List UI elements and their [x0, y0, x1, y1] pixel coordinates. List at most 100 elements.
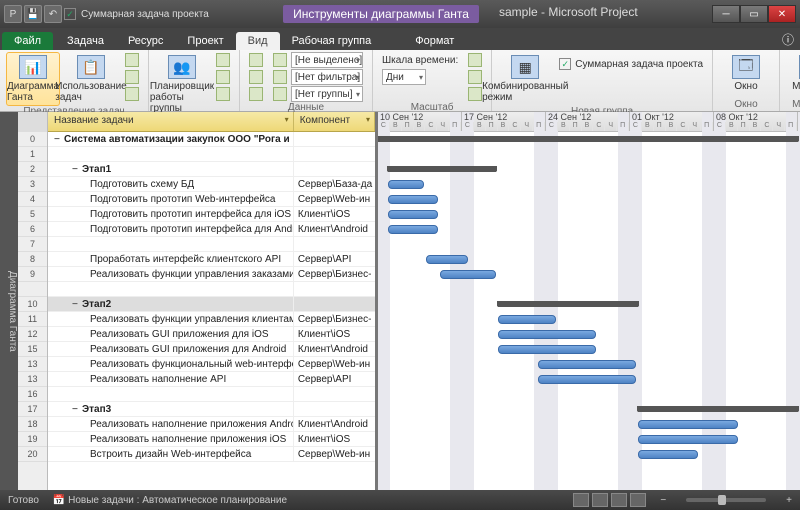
- tab-file[interactable]: Файл: [2, 32, 53, 50]
- maximize-button[interactable]: ▭: [740, 5, 768, 23]
- row-number[interactable]: 19: [18, 432, 47, 447]
- macros-button[interactable]: ▶Макросы: [786, 52, 800, 95]
- task-usage-button[interactable]: 📋Использование задач: [64, 52, 118, 106]
- summary-checkbox[interactable]: ✓: [64, 8, 76, 20]
- table-row[interactable]: Подготовить прототип интерфейса для iOSК…: [48, 207, 375, 222]
- team-planner-button[interactable]: 👥Планировщик работы группы: [155, 52, 209, 117]
- zoom-in-icon[interactable]: +: [786, 495, 792, 506]
- view-btn-3[interactable]: [611, 493, 627, 507]
- table-row[interactable]: Встроить дизайн Web-интерфейсаСервер\Web…: [48, 447, 375, 462]
- task-bar[interactable]: [638, 420, 738, 429]
- view-btn-1[interactable]: [573, 493, 589, 507]
- res-small-2[interactable]: [213, 69, 233, 85]
- gantt-chart-button[interactable]: 📊Диаграмма Ганта: [6, 52, 60, 106]
- sort-button[interactable]: [246, 52, 266, 68]
- highlight-combo[interactable]: [Не выделено]: [270, 52, 366, 68]
- row-number[interactable]: 1: [18, 147, 47, 162]
- task-bar[interactable]: [388, 225, 438, 234]
- summary-task-check[interactable]: ✓Суммарная задача проекта: [556, 56, 706, 72]
- row-number[interactable]: 10: [18, 297, 47, 312]
- tab-view[interactable]: Вид: [236, 32, 280, 50]
- table-row[interactable]: Проработать интерфейс клиентского APIСер…: [48, 252, 375, 267]
- table-row[interactable]: Подготовить прототип Web-интерфейсаСерве…: [48, 192, 375, 207]
- gantt-chart[interactable]: 10 Сен '12СВПВСЧП17 Сен '12СВПВСЧП24 Сен…: [378, 112, 800, 490]
- row-number[interactable]: 0: [18, 132, 47, 147]
- row-number[interactable]: 9: [18, 267, 47, 282]
- res-small-3[interactable]: [213, 86, 233, 102]
- table-row[interactable]: Реализовать функции управления клиентами…: [48, 312, 375, 327]
- undo-icon[interactable]: ↶: [44, 5, 62, 23]
- table-row[interactable]: Реализовать GUI приложения для iOSКлиент…: [48, 327, 375, 342]
- row-number[interactable]: 5: [18, 207, 47, 222]
- zoom-small-1[interactable]: [465, 52, 485, 68]
- row-number[interactable]: 16: [18, 387, 47, 402]
- filter-combo[interactable]: [Нет фильтра]: [270, 69, 366, 85]
- task-bar[interactable]: [388, 180, 424, 189]
- res-small-1[interactable]: [213, 52, 233, 68]
- summary-bar[interactable]: [388, 166, 496, 172]
- zoom-out-icon[interactable]: −: [660, 495, 666, 506]
- table-row[interactable]: [48, 147, 375, 162]
- zoom-slider[interactable]: [686, 498, 766, 502]
- combined-mode-button[interactable]: ▦Комбинированный режим: [498, 52, 552, 106]
- row-number[interactable]: 4: [18, 192, 47, 207]
- timescale-combo[interactable]: Дни: [379, 69, 461, 85]
- app-icon[interactable]: P: [4, 5, 22, 23]
- row-number[interactable]: 13: [18, 357, 47, 372]
- row-number[interactable]: 2: [18, 162, 47, 177]
- row-number[interactable]: 11: [18, 312, 47, 327]
- row-number[interactable]: 20: [18, 447, 47, 462]
- row-number[interactable]: 17: [18, 402, 47, 417]
- task-bar[interactable]: [538, 375, 636, 384]
- row-number[interactable]: 3: [18, 177, 47, 192]
- tab-project[interactable]: Проект: [175, 32, 235, 50]
- table-row[interactable]: −Этап1: [48, 162, 375, 177]
- table-row[interactable]: Подготовить прототип интерфейса для Andr…: [48, 222, 375, 237]
- tab-task[interactable]: Задача: [55, 32, 116, 50]
- row-number[interactable]: 7: [18, 237, 47, 252]
- table-row[interactable]: Реализовать GUI приложения для AndroidКл…: [48, 342, 375, 357]
- view-btn-2[interactable]: [592, 493, 608, 507]
- row-number[interactable]: 12: [18, 327, 47, 342]
- task-bar[interactable]: [638, 450, 698, 459]
- summary-bar[interactable]: [498, 301, 638, 307]
- table-row[interactable]: [48, 387, 375, 402]
- row-number[interactable]: 18: [18, 417, 47, 432]
- col-component[interactable]: Компонент: [294, 112, 375, 131]
- task-bar[interactable]: [498, 330, 596, 339]
- view-small-2[interactable]: [122, 69, 142, 85]
- task-bar[interactable]: [538, 360, 636, 369]
- group-combo[interactable]: [Нет группы]: [270, 86, 366, 102]
- tab-format[interactable]: Формат: [403, 32, 466, 50]
- table-row[interactable]: Реализовать функциональный web-интерфейС…: [48, 357, 375, 372]
- task-bar[interactable]: [388, 210, 438, 219]
- tab-resource[interactable]: Ресурс: [116, 32, 175, 50]
- outline-button[interactable]: [246, 69, 266, 85]
- table-row[interactable]: Реализовать наполнение APIСервер\API: [48, 372, 375, 387]
- task-bar[interactable]: [388, 195, 438, 204]
- table-row[interactable]: [48, 237, 375, 252]
- table-row[interactable]: −Этап2: [48, 297, 375, 312]
- row-number[interactable]: 8: [18, 252, 47, 267]
- table-row[interactable]: −Система автоматизации закупок ООО "Рога…: [48, 132, 375, 147]
- window-button[interactable]: 🗔Окно: [719, 52, 773, 95]
- close-button[interactable]: ✕: [768, 5, 796, 23]
- table-row[interactable]: Реализовать наполнение приложения AndroК…: [48, 417, 375, 432]
- table-row[interactable]: Подготовить схему БДСервер\База-да: [48, 177, 375, 192]
- table-row[interactable]: Реализовать наполнение приложения iOSКли…: [48, 432, 375, 447]
- save-icon[interactable]: 💾: [24, 5, 42, 23]
- table-row[interactable]: −Этап3: [48, 402, 375, 417]
- task-bar[interactable]: [498, 315, 556, 324]
- task-bar[interactable]: [440, 270, 496, 279]
- table-row[interactable]: Реализовать функции управления заказамиС…: [48, 267, 375, 282]
- task-bar[interactable]: [498, 345, 596, 354]
- view-btn-4[interactable]: [630, 493, 646, 507]
- summary-bar[interactable]: [378, 136, 798, 142]
- row-number[interactable]: 13: [18, 372, 47, 387]
- row-number[interactable]: 15: [18, 342, 47, 357]
- tab-team[interactable]: Рабочая группа: [280, 32, 384, 50]
- view-small-3[interactable]: [122, 86, 142, 102]
- tables-button[interactable]: [246, 86, 266, 102]
- minimize-button[interactable]: ─: [712, 5, 740, 23]
- help-icon[interactable]: ⓘ: [776, 29, 800, 50]
